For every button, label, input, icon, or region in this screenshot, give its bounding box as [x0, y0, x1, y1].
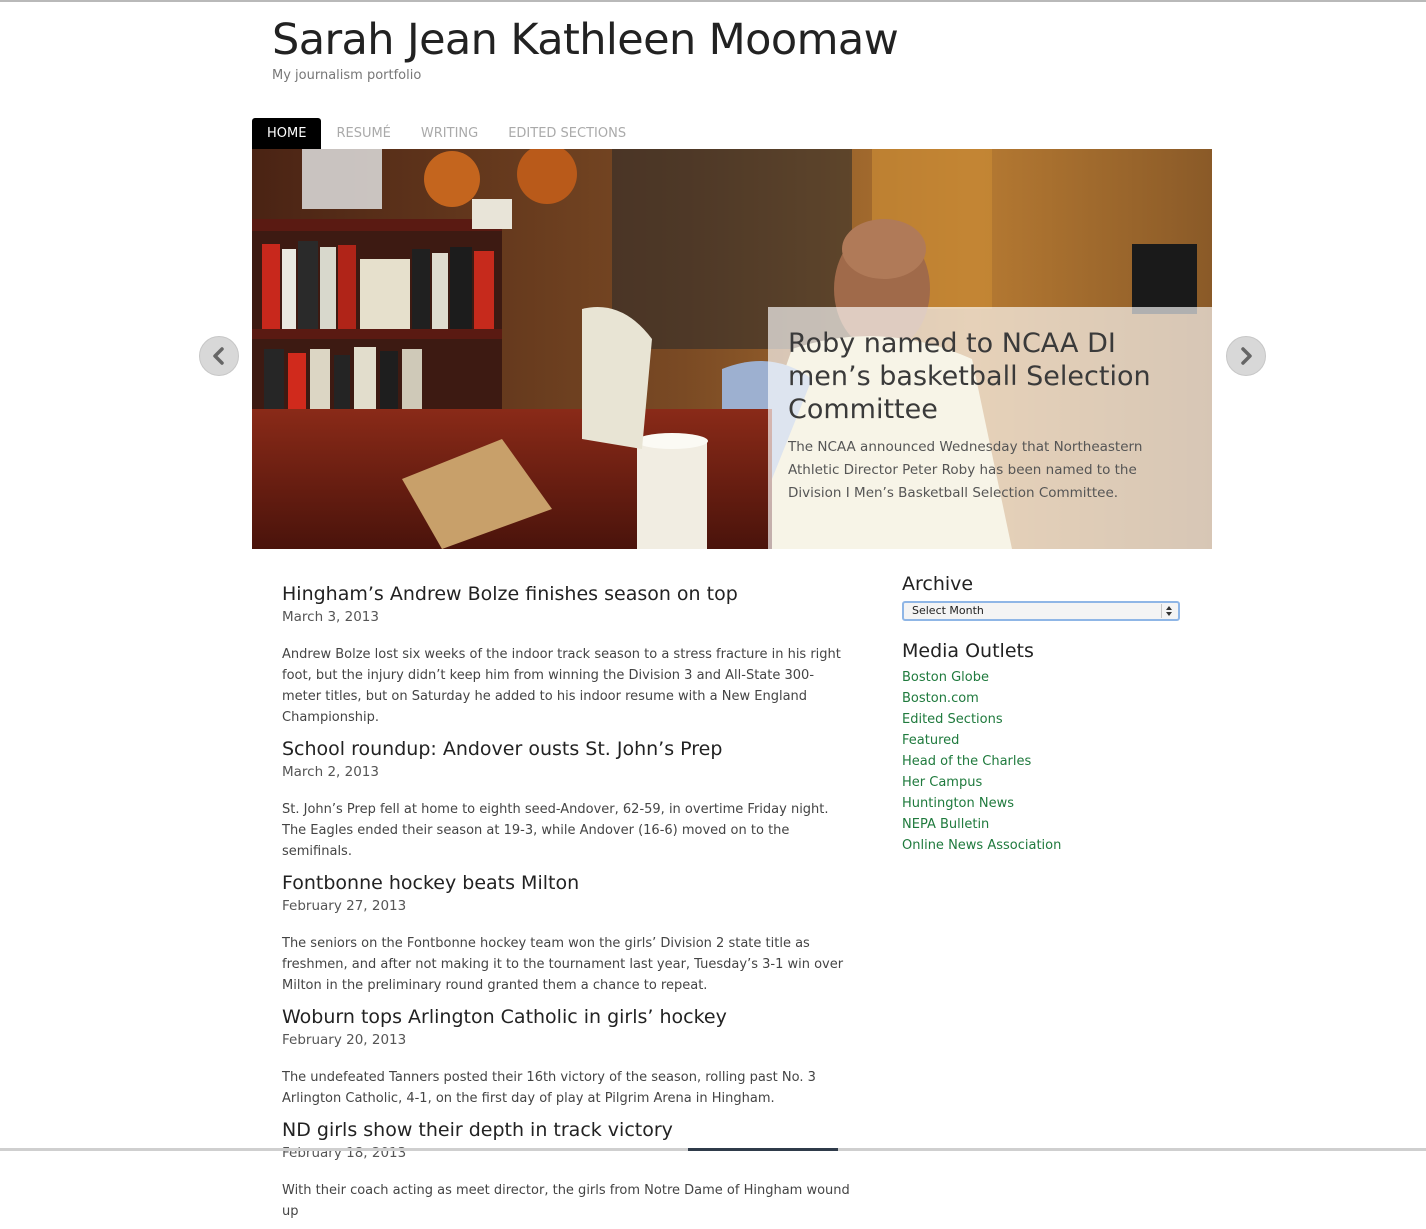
outlet-link[interactable]: Huntington News [902, 796, 1014, 811]
post: School roundup: Andover ousts St. John’s… [282, 735, 852, 862]
slider-next-button[interactable] [1226, 336, 1266, 376]
list-item: Boston Globe [902, 667, 1192, 688]
archive-select-value: Select Month [912, 604, 984, 617]
nav-item-home[interactable]: HOME [252, 118, 322, 149]
list-item: Head of the Charles [902, 751, 1192, 772]
list-item: Her Campus [902, 772, 1192, 793]
media-outlets-list: Boston Globe Boston.com Edited Sections … [902, 667, 1192, 856]
outlet-link[interactable]: Featured [902, 733, 959, 748]
chevron-left-icon [213, 347, 224, 365]
post-excerpt: The undefeated Tanners posted their 16th… [282, 1070, 816, 1106]
post-list: Hingham’s Andrew Bolze finishes season o… [282, 580, 852, 1229]
post-title[interactable]: Hingham’s Andrew Bolze finishes season o… [282, 580, 852, 608]
post: ND girls show their depth in track victo… [282, 1116, 852, 1222]
outlet-link[interactable]: Edited Sections [902, 712, 1003, 727]
featured-slider[interactable]: Roby named to NCAA DI men’s basketball S… [252, 149, 1212, 549]
top-border [0, 0, 1426, 2]
chevron-right-icon [1241, 347, 1252, 365]
slider-prev-button[interactable] [199, 336, 239, 376]
outlet-link[interactable]: Boston Globe [902, 670, 989, 685]
post-excerpt: St. John’s Prep fell at home to eighth s… [282, 802, 829, 859]
outlet-link[interactable]: Boston.com [902, 691, 979, 706]
nav-item-edited-sections[interactable]: EDITED SECTIONS [493, 118, 641, 149]
post-title[interactable]: ND girls show their depth in track victo… [282, 1116, 852, 1144]
outlet-link[interactable]: Her Campus [902, 775, 982, 790]
post: Woburn tops Arlington Catholic in girls’… [282, 1003, 852, 1109]
list-item: Edited Sections [902, 709, 1192, 730]
post-excerpt: The seniors on the Fontbonne hockey team… [282, 936, 844, 993]
outlet-link[interactable]: NEPA Bulletin [902, 817, 989, 832]
post: Fontbonne hockey beats Milton February 2… [282, 869, 852, 996]
slider-caption: Roby named to NCAA DI men’s basketball S… [768, 307, 1212, 549]
post-title[interactable]: Woburn tops Arlington Catholic in girls’… [282, 1003, 852, 1031]
outlet-link[interactable]: Head of the Charles [902, 754, 1031, 769]
list-item: NEPA Bulletin [902, 814, 1192, 835]
post-date: February 18, 2013 [282, 1145, 407, 1161]
post-date: February 20, 2013 [282, 1032, 407, 1048]
post-title[interactable]: Fontbonne hockey beats Milton [282, 869, 852, 897]
post-date: March 3, 2013 [282, 609, 379, 625]
nav-item-resume[interactable]: RESUMÉ [321, 118, 405, 149]
slider-title[interactable]: Roby named to NCAA DI men’s basketball S… [788, 327, 1192, 426]
archive-title: Archive [902, 573, 974, 595]
post-date: March 2, 2013 [282, 764, 379, 780]
list-item: Huntington News [902, 793, 1192, 814]
post-excerpt: With their coach acting as meet director… [282, 1183, 850, 1219]
site-title[interactable]: Sarah Jean Kathleen Moomaw [272, 14, 899, 66]
site-description: My journalism portfolio [272, 68, 422, 83]
post-title[interactable]: School roundup: Andover ousts St. John’s… [282, 735, 852, 763]
nav-item-writing[interactable]: WRITING [406, 118, 493, 149]
list-item: Online News Association [902, 835, 1192, 856]
post-date: February 27, 2013 [282, 898, 407, 914]
list-item: Featured [902, 730, 1192, 751]
media-outlets-title: Media Outlets [902, 640, 1034, 662]
list-item: Boston.com [902, 688, 1192, 709]
sidebar: Archive Select Month Media Outlets Bosto… [902, 570, 1192, 856]
outlet-link[interactable]: Online News Association [902, 838, 1061, 853]
slider-excerpt: The NCAA announced Wednesday that Northe… [788, 439, 1143, 501]
archive-month-select[interactable]: Select Month [902, 601, 1180, 621]
main-nav: HOME RESUMÉ WRITING EDITED SECTIONS [252, 118, 641, 149]
select-arrows-icon [1161, 604, 1176, 618]
post: Hingham’s Andrew Bolze finishes season o… [282, 580, 852, 728]
post-excerpt: Andrew Bolze lost six weeks of the indoo… [282, 647, 841, 725]
